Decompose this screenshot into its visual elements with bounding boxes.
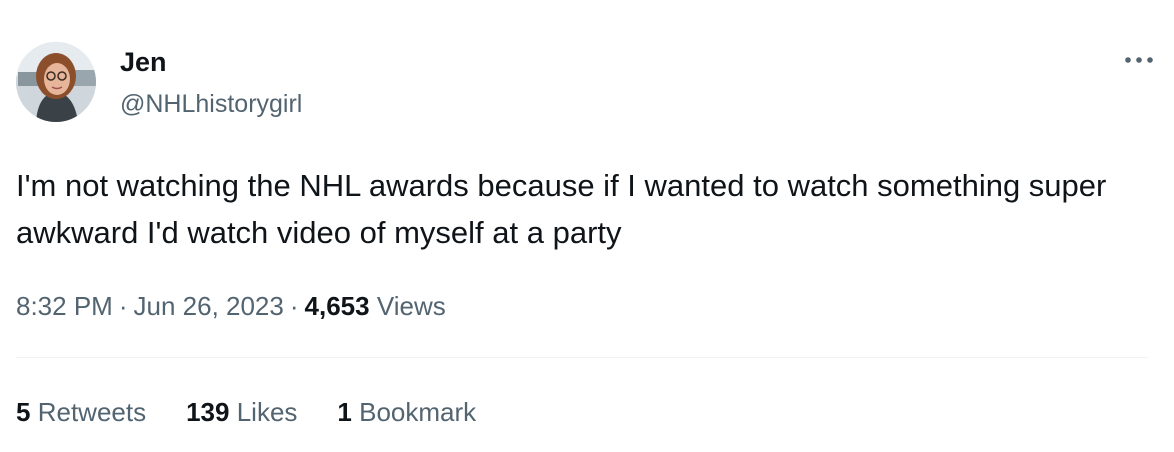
retweets-stat[interactable]: 5 Retweets <box>16 392 146 432</box>
likes-count: 139 <box>186 397 230 427</box>
more-horizontal-icon[interactable] <box>1122 50 1156 70</box>
views-count: 4,653 <box>304 291 370 321</box>
tweet-text: I'm not watching the NHL awards because … <box>16 168 1107 250</box>
tweet-date[interactable]: Jun 26, 2023 <box>134 291 284 321</box>
meta-separator: · <box>118 291 128 321</box>
likes-stat[interactable]: 139 Likes <box>186 392 297 432</box>
tweet-time[interactable]: 8:32 PM <box>16 291 113 321</box>
engagement-stats: 5 Retweets 139 Likes 1 Bookmark <box>16 392 476 432</box>
views-label: Views <box>376 291 446 321</box>
meta-separator: · <box>289 291 299 321</box>
divider <box>16 357 1148 358</box>
avatar[interactable] <box>16 42 96 122</box>
likes-label: Likes <box>236 397 298 427</box>
bookmarks-stat[interactable]: 1 Bookmark <box>337 392 476 432</box>
tweet-card: Jen @NHLhistorygirl I'm not watching the… <box>0 0 1174 452</box>
retweets-count: 5 <box>16 397 31 427</box>
display-name[interactable]: Jen <box>120 46 167 78</box>
bookmarks-label: Bookmark <box>359 397 477 427</box>
retweets-label: Retweets <box>37 397 147 427</box>
avatar-image <box>16 42 96 122</box>
user-handle[interactable]: @NHLhistorygirl <box>120 88 302 120</box>
bookmarks-count: 1 <box>337 397 352 427</box>
tweet-meta: 8:32 PM · Jun 26, 2023 · 4,653 Views <box>16 286 446 326</box>
